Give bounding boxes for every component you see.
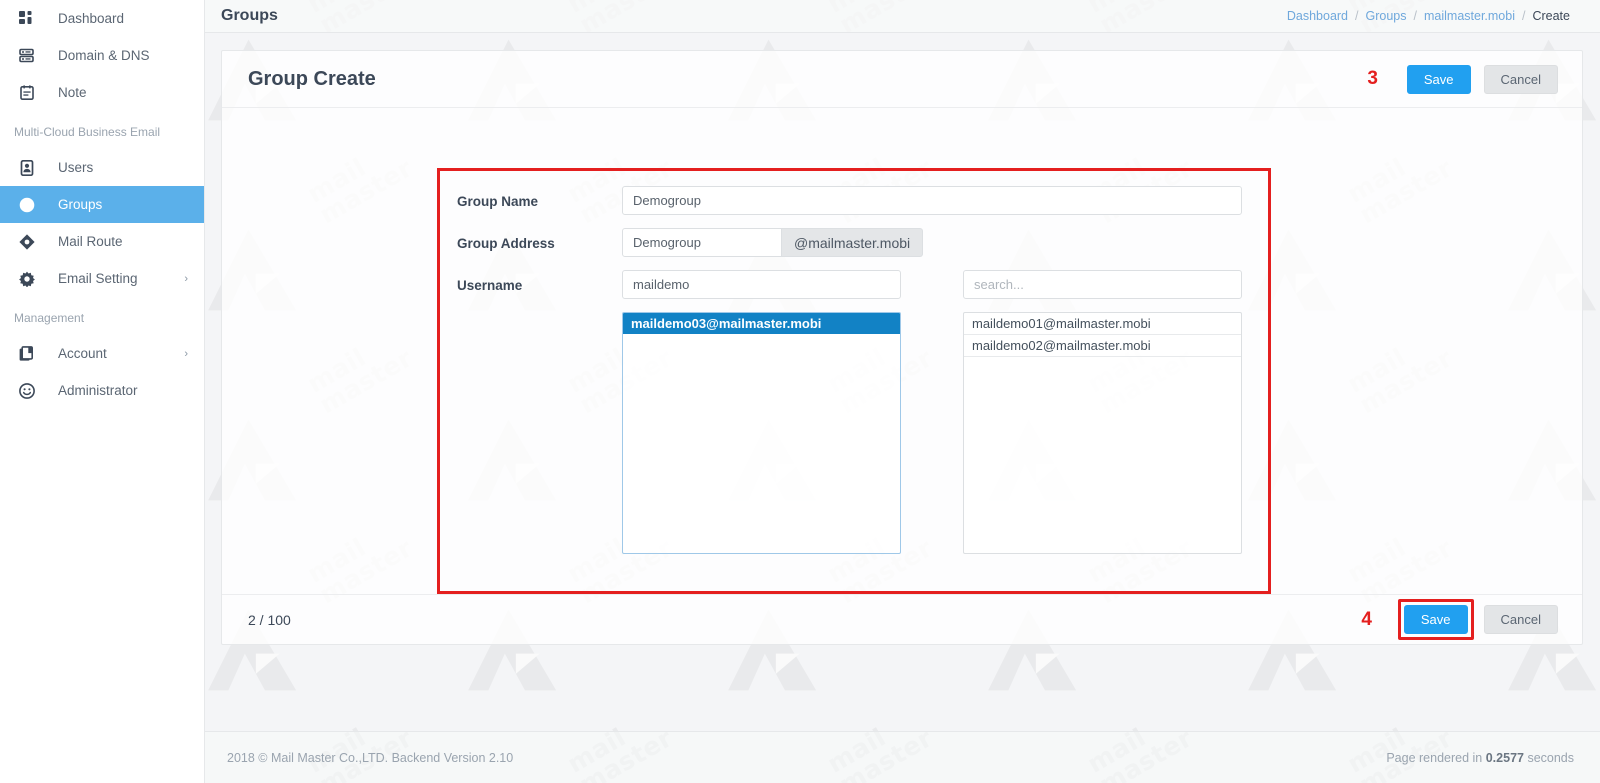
render-prefix: Page rendered in	[1386, 751, 1485, 765]
sidebar-section-label-business: Multi-Cloud Business Email	[0, 111, 204, 149]
sidebar-item-domain-dns[interactable]: Domain & DNS	[0, 37, 204, 74]
breadcrumb-item-mailmaster-mobi[interactable]: mailmaster.mobi	[1424, 9, 1515, 23]
diamond-icon	[16, 231, 38, 253]
label-username: Username	[457, 270, 622, 293]
breadcrumb-item-create: Create	[1532, 9, 1570, 23]
sidebar-item-label: Domain & DNS	[58, 48, 204, 63]
control-group-address: @mailmaster.mobi	[622, 228, 1257, 257]
sidebar-group-management: Account› Administrator	[0, 335, 204, 409]
sidebar-item-label: Mail Route	[58, 234, 204, 249]
sidebar-item-label: Account	[58, 346, 184, 361]
control-member-lists: maildemo03@mailmaster.mobi maildemo01@ma…	[622, 312, 1257, 554]
save-button-top[interactable]: Save	[1407, 65, 1471, 94]
sidebar-section-label-management: Management	[0, 297, 204, 335]
page-footer: 2018 © Mail Master Co.,LTD. Backend Vers…	[205, 731, 1600, 783]
group-create-card: Group Create 3 Save Cancel Group Name	[221, 50, 1583, 645]
group-icon	[16, 194, 38, 216]
sidebar-group-primary: Dashboard Domain & DNS Note	[0, 0, 204, 111]
breadcrumb: Dashboard / Groups / mailmaster.mobi / Create	[1287, 9, 1570, 23]
card-footer: 2 / 100 4 Save Cancel	[222, 594, 1582, 644]
sidebar-item-users[interactable]: Users	[0, 149, 204, 186]
sidebar-item-groups[interactable]: Groups	[0, 186, 204, 223]
card-title: Group Create	[248, 68, 376, 91]
gear-icon	[16, 268, 38, 290]
sidebar-item-note[interactable]: Note	[0, 74, 204, 111]
member-search-input[interactable]	[963, 270, 1242, 299]
chevron-right-icon: ›	[184, 348, 188, 360]
breadcrumb-separator: /	[1414, 9, 1417, 23]
control-group-name	[622, 186, 1257, 215]
label-group-name: Group Name	[457, 186, 622, 209]
breadcrumb-item-groups[interactable]: Groups	[1366, 9, 1407, 23]
card-body: Group Name Group Address @mail	[222, 108, 1582, 594]
sidebar-item-label: Groups	[58, 197, 204, 212]
form-row-member-lists: maildemo03@mailmaster.mobi maildemo01@ma…	[457, 312, 1257, 554]
smiley-icon	[16, 380, 38, 402]
cancel-button-bottom[interactable]: Cancel	[1484, 605, 1558, 634]
list-item[interactable]: maildemo03@mailmaster.mobi	[623, 313, 900, 334]
form-row-username: Username	[457, 270, 1257, 299]
sidebar-item-dashboard[interactable]: Dashboard	[0, 0, 204, 37]
breadcrumb-item-dashboard[interactable]: Dashboard	[1287, 9, 1348, 23]
breadcrumb-separator: /	[1522, 9, 1525, 23]
list-item[interactable]: maildemo01@mailmaster.mobi	[964, 313, 1241, 335]
group-create-form: Group Name Group Address @mail	[457, 186, 1257, 567]
member-counter: 2 / 100	[248, 612, 291, 628]
annotation-box-save-button: Save	[1398, 599, 1474, 640]
sidebar-item-label: Note	[58, 85, 204, 100]
form-row-group-address: Group Address @mailmaster.mobi	[457, 228, 1257, 257]
form-row-group-name: Group Name	[457, 186, 1257, 215]
render-value: 0.2577	[1486, 751, 1524, 765]
card-header: Group Create 3 Save Cancel	[222, 51, 1582, 108]
render-suffix: seconds	[1524, 751, 1574, 765]
card-header-actions: 3 Save Cancel	[1367, 65, 1558, 94]
sidebar-group-business: Users Groups Mail Route Email Setting›	[0, 149, 204, 297]
annotation-marker-3: 3	[1367, 68, 1378, 90]
group-address-input-group: @mailmaster.mobi	[622, 228, 923, 257]
annotation-marker-4: 4	[1361, 609, 1372, 631]
dashboard-icon	[16, 8, 38, 30]
topbar: Groups Dashboard / Groups / mailmaster.mobi /…	[205, 0, 1600, 33]
label-member-lists-spacer	[457, 312, 622, 320]
label-group-address: Group Address	[457, 228, 622, 251]
group-address-input[interactable]	[622, 228, 782, 257]
user-card-icon	[16, 157, 38, 179]
group-address-domain-addon: @mailmaster.mobi	[782, 228, 923, 257]
main-area: Groups Dashboard / Groups / mailmaster.mobi /…	[205, 0, 1600, 783]
sidebar-item-label: Email Setting	[58, 271, 184, 286]
breadcrumb-separator: /	[1355, 9, 1358, 23]
sidebar-item-account[interactable]: Account›	[0, 335, 204, 372]
sidebar-item-label: Administrator	[58, 383, 204, 398]
available-members-listbox[interactable]: maildemo01@mailmaster.mobimaildemo02@mai…	[963, 312, 1242, 554]
sidebar: Dashboard Domain & DNS Note Multi-Cloud Bu…	[0, 0, 205, 783]
chevron-right-icon: ›	[184, 273, 188, 285]
cancel-button-top[interactable]: Cancel	[1484, 65, 1558, 94]
app-root: mail mastermail mastermail mastermail ma…	[0, 0, 1600, 783]
save-button-bottom[interactable]: Save	[1404, 605, 1468, 634]
footer-render-time: Page rendered in 0.2577 seconds	[1386, 751, 1574, 765]
sidebar-item-administrator[interactable]: Administrator	[0, 372, 204, 409]
control-username	[622, 270, 1257, 299]
selected-members-listbox[interactable]: maildemo03@mailmaster.mobi	[622, 312, 901, 554]
sidebar-item-email-setting[interactable]: Email Setting›	[0, 260, 204, 297]
footer-copyright: 2018 © Mail Master Co.,LTD. Backend Vers…	[227, 751, 513, 765]
list-item[interactable]: maildemo02@mailmaster.mobi	[964, 335, 1241, 357]
book-icon	[16, 343, 38, 365]
sidebar-item-mail-route[interactable]: Mail Route	[0, 223, 204, 260]
server-icon	[16, 45, 38, 67]
sidebar-item-label: Dashboard	[58, 11, 204, 26]
group-name-input[interactable]	[622, 186, 1242, 215]
sidebar-item-label: Users	[58, 160, 204, 175]
note-icon	[16, 82, 38, 104]
content-wrapper: Group Create 3 Save Cancel Group Name	[205, 33, 1600, 731]
page-title: Groups	[221, 7, 278, 25]
card-footer-actions: 4 Save Cancel	[1361, 599, 1558, 640]
username-filter-input[interactable]	[622, 270, 901, 299]
